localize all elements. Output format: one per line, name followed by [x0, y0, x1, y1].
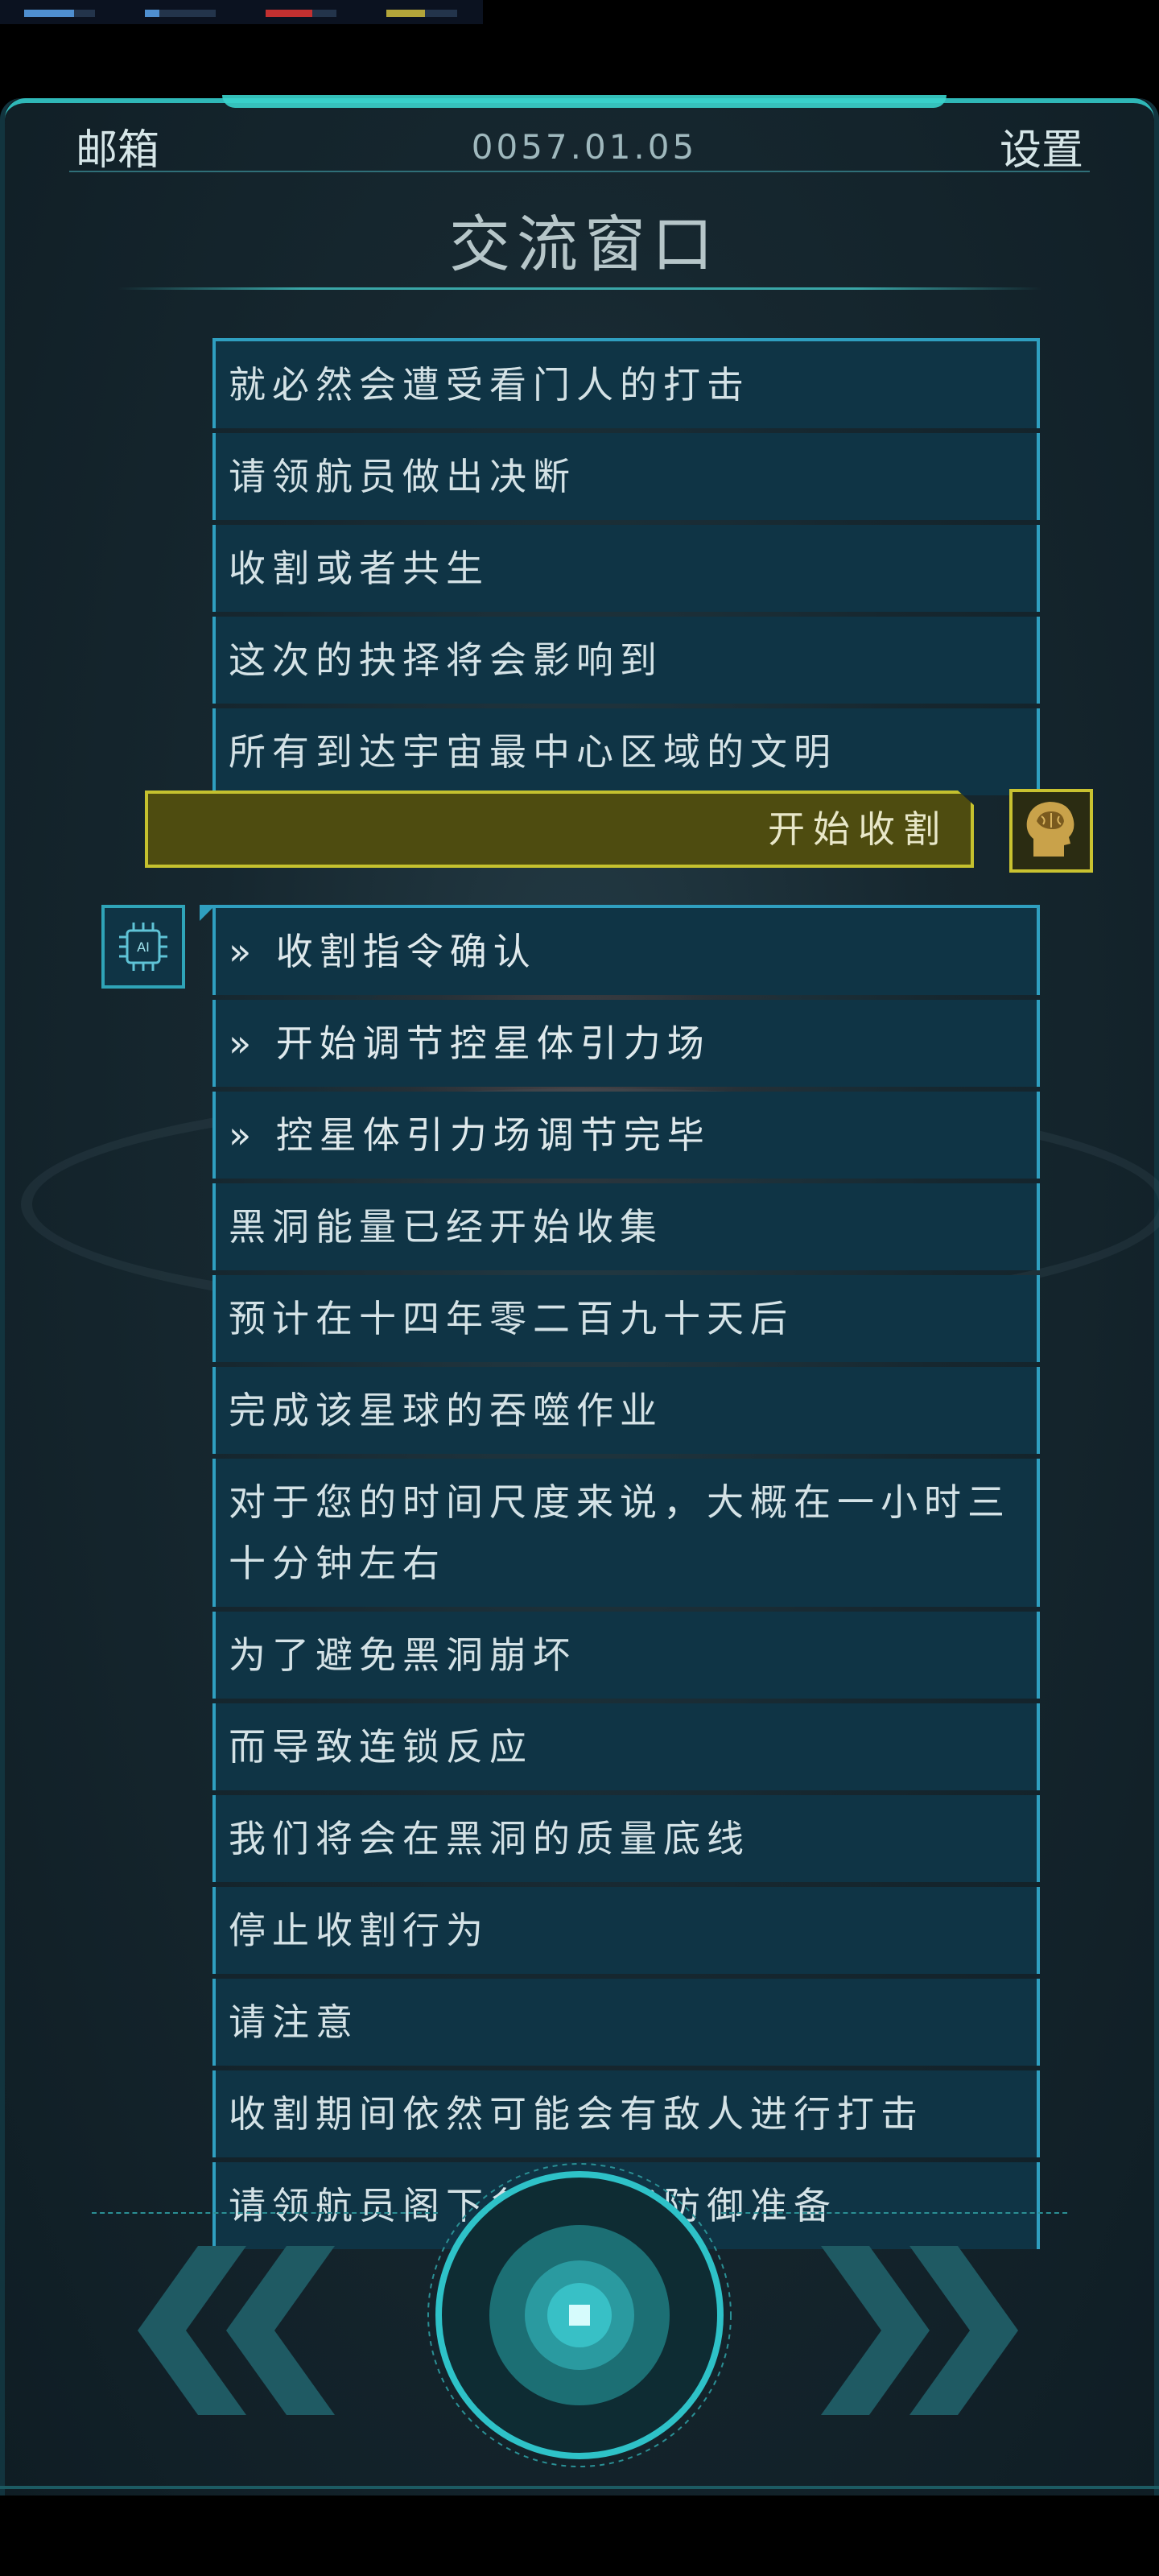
- header-divider: [69, 171, 1090, 172]
- list-item: 对于您的时间尺度来说，大概在一小时三十分钟左右: [212, 1459, 1040, 1607]
- list-item: 所有到达宇宙最中心区域的文明: [212, 708, 1040, 795]
- status-indicator: [145, 10, 216, 17]
- panel-bottom-border: [0, 2486, 1159, 2489]
- message-group-top: 就必然会遭受看门人的打击 请领航员做出决断 收割或者共生 这次的抉择将会影响到 …: [212, 338, 1040, 800]
- status-indicator: [24, 10, 95, 17]
- list-item: 请领航员做出决断: [212, 433, 1040, 520]
- status-bar: [0, 0, 483, 24]
- list-item: » 控星体引力场调节完毕: [212, 1092, 1040, 1179]
- user-reply: 开始收割: [145, 791, 990, 868]
- list-item: 请注意: [212, 1979, 1040, 2066]
- double-chevron-left-icon[interactable]: [109, 2246, 343, 2418]
- status-indicator: [266, 10, 336, 17]
- list-item: 完成该星球的吞噬作业: [212, 1367, 1040, 1454]
- nav-divider-left: [92, 2212, 438, 2214]
- list-item: 收割期间依然可能会有敌人进行打击: [212, 2070, 1040, 2157]
- list-item: 就必然会遭受看门人的打击: [212, 338, 1040, 428]
- confirm-button[interactable]: [427, 2162, 732, 2468]
- user-reply-bubble: 开始收割: [145, 791, 974, 868]
- date-display: 0057.01.05: [471, 127, 698, 167]
- settings-button[interactable]: 设置: [1000, 116, 1083, 176]
- chip-icon: AI: [101, 905, 185, 989]
- list-item: 收割或者共生: [212, 525, 1040, 612]
- list-item: 我们将会在黑洞的质量底线: [212, 1795, 1040, 1882]
- list-item: 预计在十四年零二百九十天后: [212, 1275, 1040, 1362]
- brain-head-icon: [1009, 789, 1093, 873]
- list-item: » 开始调节控星体引力场: [212, 1000, 1040, 1087]
- message-group-ai: » 收割指令确认 » 开始调节控星体引力场 » 控星体引力场调节完毕 黑洞能量已…: [212, 905, 1040, 2254]
- list-item: 而导致连锁反应: [212, 1703, 1040, 1790]
- list-item: 停止收割行为: [212, 1887, 1040, 1974]
- nav-divider-right: [721, 2212, 1067, 2214]
- list-item: » 收割指令确认: [212, 905, 1040, 995]
- list-item: 为了避免黑洞崩坏: [212, 1612, 1040, 1699]
- status-indicator: [386, 10, 457, 17]
- list-item: 这次的抉择将会影响到: [212, 617, 1040, 704]
- ai-label: AI: [137, 939, 150, 955]
- double-chevron-right-icon[interactable]: [813, 2246, 1046, 2418]
- list-item: 黑洞能量已经开始收集: [212, 1183, 1040, 1270]
- title-divider: [118, 287, 1041, 290]
- panel-top-highlight: [222, 95, 947, 108]
- page-title: 交流窗口: [449, 208, 720, 280]
